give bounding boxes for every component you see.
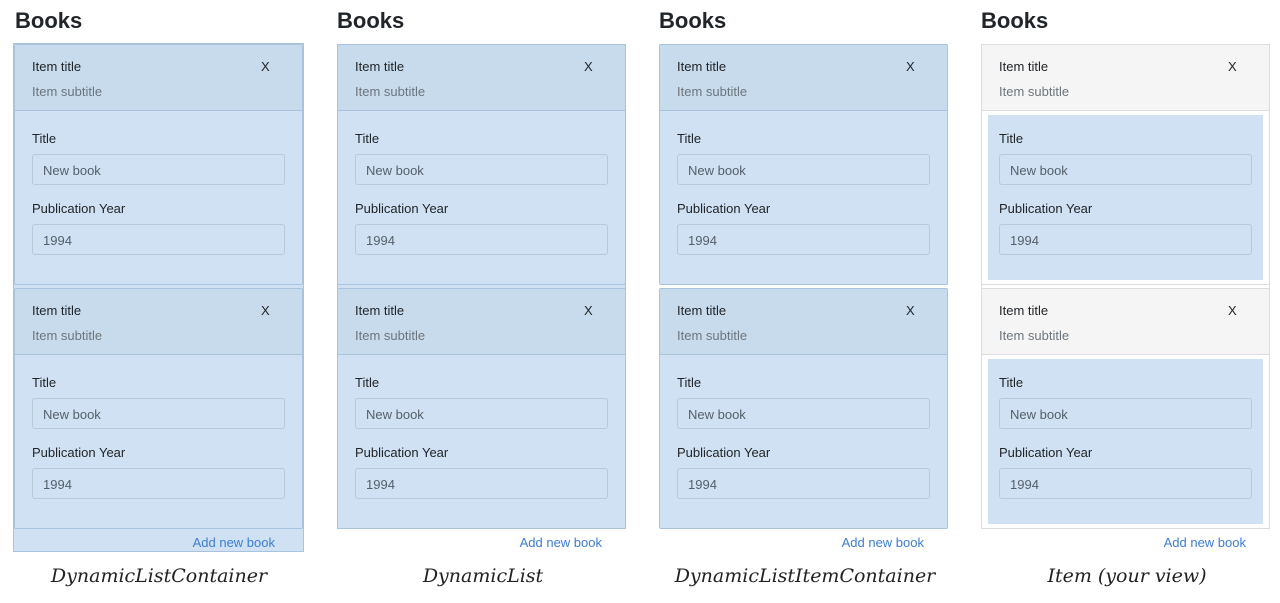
publication-year-input[interactable]: 1994 xyxy=(355,224,608,255)
title-input[interactable]: New book xyxy=(677,154,930,185)
list-item: Item title Item subtitle X Title New boo… xyxy=(659,288,948,529)
remove-item-button[interactable]: X xyxy=(1228,303,1237,318)
list-item: Item title Item subtitle X Title New boo… xyxy=(14,44,303,285)
item-title: Item title xyxy=(32,59,82,74)
publication-year-input[interactable]: 1994 xyxy=(32,224,285,255)
publication-year-label: Publication Year xyxy=(32,445,126,460)
publication-year-label: Publication Year xyxy=(677,445,771,460)
publication-year-input[interactable]: 1994 xyxy=(677,224,930,255)
remove-item-button[interactable]: X xyxy=(584,303,593,318)
item-title: Item title xyxy=(677,303,727,318)
remove-item-button[interactable]: X xyxy=(906,303,915,318)
section-heading: Books xyxy=(659,8,727,33)
title-input[interactable]: New book xyxy=(32,398,285,429)
publication-year-label: Publication Year xyxy=(999,201,1093,216)
title-label: Title xyxy=(32,131,57,146)
add-new-book-link[interactable]: Add new book xyxy=(1164,535,1246,550)
item-header: Item title Item subtitle X xyxy=(660,45,947,111)
panel-caption: Item (your view) xyxy=(1047,565,1207,587)
title-input[interactable]: New book xyxy=(999,154,1252,185)
publication-year-input[interactable]: 1994 xyxy=(355,468,608,499)
publication-year-input[interactable]: 1994 xyxy=(999,224,1252,255)
title-label: Title xyxy=(355,131,380,146)
item-header: Item title Item subtitle X xyxy=(660,289,947,355)
publication-year-label: Publication Year xyxy=(355,201,449,216)
item-subtitle: Item subtitle xyxy=(677,84,748,99)
item-header: Item title Item subtitle X xyxy=(982,289,1269,355)
title-input[interactable]: New book xyxy=(355,398,608,429)
add-new-book-link[interactable]: Add new book xyxy=(520,535,602,550)
item-subtitle: Item subtitle xyxy=(32,84,103,99)
list-item: Item title Item subtitle X Title New boo… xyxy=(981,288,1270,529)
title-label: Title xyxy=(999,375,1024,390)
item-header: Item title Item subtitle X xyxy=(15,289,302,355)
item-subtitle: Item subtitle xyxy=(355,84,426,99)
add-new-book-link[interactable]: Add new book xyxy=(842,535,924,550)
item-header: Item title Item subtitle X xyxy=(338,45,625,111)
panel-dynamic-list-item-container: Books Item title Item subtitle X Title N… xyxy=(659,0,951,603)
list-item: Item title Item subtitle X Title New boo… xyxy=(981,44,1270,285)
item-title: Item title xyxy=(999,59,1049,74)
publication-year-input[interactable]: 1994 xyxy=(32,468,285,499)
item-title: Item title xyxy=(355,59,405,74)
title-input[interactable]: New book xyxy=(999,398,1252,429)
section-heading: Books xyxy=(981,8,1049,33)
list-item: Item title Item subtitle X Title New boo… xyxy=(337,44,626,285)
panel-caption: DynamicListContainer xyxy=(50,565,268,587)
item-header: Item title Item subtitle X xyxy=(982,45,1269,111)
panel-dynamic-list-container: Books Item title Item subtitle X Title N… xyxy=(13,0,305,603)
title-label: Title xyxy=(999,131,1024,146)
title-label: Title xyxy=(355,375,380,390)
item-title: Item title xyxy=(355,303,405,318)
add-new-book-link[interactable]: Add new book xyxy=(193,535,275,550)
publication-year-label: Publication Year xyxy=(677,201,771,216)
item-title: Item title xyxy=(32,303,82,318)
remove-item-button[interactable]: X xyxy=(906,59,915,74)
title-label: Title xyxy=(32,375,57,390)
list-item: Item title Item subtitle X Title New boo… xyxy=(337,288,626,529)
remove-item-button[interactable]: X xyxy=(261,303,270,318)
item-title: Item title xyxy=(677,59,727,74)
publication-year-label: Publication Year xyxy=(355,445,449,460)
panel-caption: DynamicList xyxy=(422,565,544,587)
item-subtitle: Item subtitle xyxy=(677,328,748,343)
publication-year-input[interactable]: 1994 xyxy=(677,468,930,499)
item-header: Item title Item subtitle X xyxy=(15,45,302,111)
title-input[interactable]: New book xyxy=(32,154,285,185)
item-body xyxy=(988,359,1263,524)
item-header: Item title Item subtitle X xyxy=(338,289,625,355)
item-title: Item title xyxy=(999,303,1049,318)
title-label: Title xyxy=(677,375,702,390)
panel-item-view: Books Item title Item subtitle X Title N… xyxy=(981,0,1273,603)
list-item: Item title Item subtitle X Title New boo… xyxy=(14,288,303,529)
publication-year-label: Publication Year xyxy=(999,445,1093,460)
section-heading: Books xyxy=(337,8,405,33)
title-input[interactable]: New book xyxy=(355,154,608,185)
remove-item-button[interactable]: X xyxy=(1228,59,1237,74)
list-item: Item title Item subtitle X Title New boo… xyxy=(659,44,948,285)
item-subtitle: Item subtitle xyxy=(999,328,1070,343)
remove-item-button[interactable]: X xyxy=(584,59,593,74)
publication-year-label: Publication Year xyxy=(32,201,126,216)
title-input[interactable]: New book xyxy=(677,398,930,429)
panel-dynamic-list: Books Item title Item subtitle X Title N… xyxy=(337,0,629,603)
section-heading: Books xyxy=(15,8,83,33)
panel-caption: DynamicListItemContainer xyxy=(674,565,936,587)
title-label: Title xyxy=(677,131,702,146)
item-body xyxy=(988,115,1263,280)
item-subtitle: Item subtitle xyxy=(32,328,103,343)
item-subtitle: Item subtitle xyxy=(999,84,1070,99)
item-subtitle: Item subtitle xyxy=(355,328,426,343)
remove-item-button[interactable]: X xyxy=(261,59,270,74)
publication-year-input[interactable]: 1994 xyxy=(999,468,1252,499)
